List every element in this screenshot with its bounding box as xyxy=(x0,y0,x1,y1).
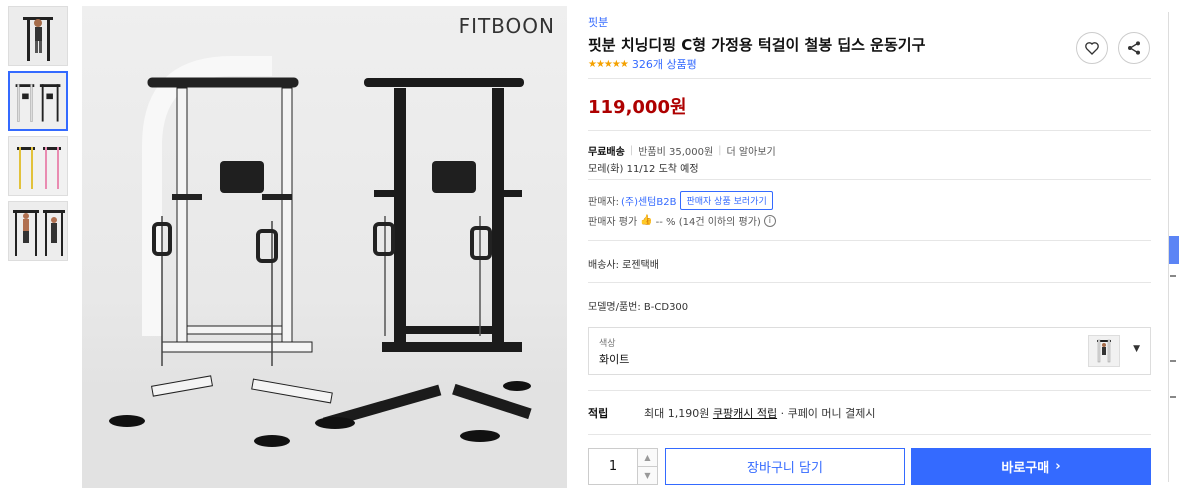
star-rating-icon: ★★★★★ xyxy=(588,58,629,70)
points-label: 적립 xyxy=(588,407,609,420)
arrival-date: 모레(화) 11/12 도착 예정 xyxy=(588,164,699,175)
divider xyxy=(588,390,1151,391)
seller-name-link[interactable]: (주)센텀B2B xyxy=(621,193,677,208)
seller-label: 판매자: xyxy=(588,197,619,208)
points-text: 최대 1,190원 쿠팡캐시 적립 · 쿠페이 머니 결제시 xyxy=(644,405,876,421)
seller-products-button[interactable]: 판매자 상품 보러가기 xyxy=(680,191,773,210)
chevron-down-icon: ▼ xyxy=(1133,344,1140,354)
option-thumbnail xyxy=(1088,335,1120,367)
option-value: 화이트 xyxy=(599,353,630,366)
courier: 배송사: 로젠택배 xyxy=(588,260,659,271)
chevron-right-icon: › xyxy=(1055,459,1061,474)
price: 119,000원 xyxy=(588,97,687,118)
add-to-cart-button[interactable]: 장바구니 담기 xyxy=(665,448,905,485)
seller-rating-row: 판매자 평가 👍 -- % (14건 이하의 평가) i xyxy=(588,213,776,228)
seller-rating-value: -- % (14건 이하의 평가) xyxy=(655,217,761,228)
right-edge-panel xyxy=(1168,0,1179,492)
free-shipping-label: 무료배송 xyxy=(588,147,625,158)
edge-marker xyxy=(1170,275,1176,277)
main-product-image: FITBOON xyxy=(82,6,567,488)
divider xyxy=(588,282,1151,283)
review-count-link[interactable]: 326개 상품평 xyxy=(632,56,697,72)
buy-now-label: 바로구매 xyxy=(1001,461,1050,476)
return-fee: 반품비 35,000원 xyxy=(638,147,714,158)
seller-row: 판매자: (주)센텀B2B 판매자 상품 보러가기 xyxy=(588,191,773,210)
model-number: 모델명/품번: B-CD300 xyxy=(588,302,689,313)
thumbnail-list xyxy=(8,6,70,266)
thumbnail-2[interactable] xyxy=(8,71,68,131)
thumbnail-3[interactable] xyxy=(8,136,68,196)
color-option-select[interactable]: 색상 화이트 ▼ xyxy=(588,327,1151,375)
chevron-up-icon[interactable]: ▲ xyxy=(637,449,657,467)
seller-rating-label: 판매자 평가 xyxy=(588,217,638,228)
divider xyxy=(588,130,1151,131)
brand-link[interactable]: 핏분 xyxy=(588,14,608,30)
share-button[interactable] xyxy=(1118,32,1150,64)
quantity-input[interactable] xyxy=(589,449,637,484)
product-illustration xyxy=(82,56,567,488)
divider xyxy=(588,179,1151,180)
product-page: FITBOON 핏분 핏분 치닝디핑 C형 가정용 턱걸이 철봉 딥스 운동기구… xyxy=(0,0,1179,492)
quantity-stepper: ▲ ▼ xyxy=(588,448,658,485)
thumbnail-1[interactable] xyxy=(8,6,68,66)
divider xyxy=(588,78,1151,79)
shipping-more-link[interactable]: 더 알아보기 xyxy=(727,143,776,158)
coupang-cash-link[interactable]: 쿠팡캐시 적립 xyxy=(713,407,777,420)
product-title: 핏분 치닝디핑 C형 가정용 턱걸이 철봉 딥스 운동기구 xyxy=(588,36,926,54)
heart-icon xyxy=(1085,42,1099,55)
rating-row[interactable]: ★★★★★ 326개 상품평 xyxy=(588,56,697,72)
divider xyxy=(588,434,1151,435)
brand-logo: FITBOON xyxy=(458,14,555,38)
share-icon xyxy=(1128,41,1140,55)
thumbnail-4[interactable] xyxy=(8,201,68,261)
points-max: 최대 1,190원 xyxy=(644,407,710,420)
edge-marker xyxy=(1170,396,1176,398)
side-tab[interactable] xyxy=(1169,236,1179,264)
divider xyxy=(588,240,1151,241)
thumbs-up-icon: 👍 xyxy=(640,215,653,226)
buy-now-button[interactable]: 바로구매 › xyxy=(911,448,1151,485)
info-icon[interactable]: i xyxy=(763,214,776,227)
edge-marker xyxy=(1170,360,1176,362)
chevron-down-icon[interactable]: ▼ xyxy=(637,467,657,484)
points-suffix: · 쿠페이 머니 결제시 xyxy=(780,407,876,420)
option-label: 색상 xyxy=(599,339,616,349)
shipping-row: 무료배송 | 반품비 35,000원 | 더 알아보기 xyxy=(588,143,776,158)
wishlist-button[interactable] xyxy=(1076,32,1108,64)
